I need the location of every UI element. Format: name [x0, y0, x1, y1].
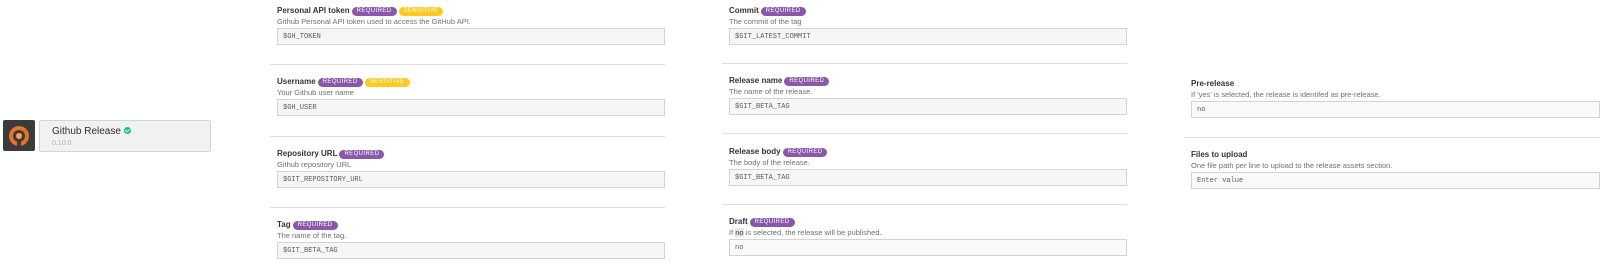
username-input[interactable]: $GH_USER [277, 99, 665, 116]
field-description: The commit of the tag [729, 17, 802, 26]
field-draft: Draft REQUIRED If no is selected, the rel… [729, 216, 1127, 256]
divider [270, 64, 665, 65]
field-label: Release name REQUIRED [729, 75, 830, 86]
field-description: Github repository URL [277, 160, 352, 169]
field-description: The name of the tag. [277, 231, 347, 240]
pre-release-select[interactable]: no [1191, 101, 1600, 118]
sensitive-badge: SENSITIVE [364, 78, 410, 87]
required-badge: REQUIRED [749, 218, 795, 227]
field-description: Github Personal API token used to access… [277, 17, 471, 26]
github-release-step-icon [3, 120, 35, 151]
release-body-input[interactable]: $GIT_BETA_TAG [729, 169, 1127, 186]
repository-url-input[interactable]: $GIT_REPOSITORY_URL [277, 171, 665, 188]
commit-input[interactable]: $GIT_LATEST_COMMIT [729, 28, 1127, 45]
field-label: Repository URL REQUIRED [277, 148, 385, 159]
field-label: Release body REQUIRED [729, 146, 828, 157]
step-version: 0.10.0 [52, 140, 72, 147]
step-title: Github Release [52, 126, 131, 137]
field-release-name: Release name REQUIRED The name of the rel… [729, 75, 1127, 115]
divider [270, 136, 665, 137]
field-description: One file path per line to upload to the … [1191, 161, 1393, 170]
field-repository-url: Repository URL REQUIRED Github repository… [277, 148, 665, 188]
field-label: Files to upload [1191, 150, 1248, 159]
highlighted-value: no [735, 228, 744, 237]
field-pre-release: Pre-release If 'yes' is selected, the re… [1191, 78, 1600, 118]
required-badge: REQUIRED [292, 221, 338, 230]
field-description: If no is selected, the release will be p… [729, 228, 882, 237]
field-description: The name of the release. [729, 87, 813, 96]
required-badge: REQUIRED [782, 148, 828, 157]
field-description: Your Github user name [277, 88, 354, 97]
field-label: Username REQUIRED SENSITIVE [277, 76, 410, 87]
sensitive-badge: SENSITIVE [398, 7, 444, 16]
required-badge: REQUIRED [784, 77, 830, 86]
personal-api-token-input[interactable]: $GH_TOKEN [277, 28, 665, 45]
divider [722, 204, 1127, 205]
step-title-text: Github Release [52, 126, 121, 137]
field-label: Pre-release [1191, 79, 1235, 88]
field-label: Personal API token REQUIRED SENSITIVE [277, 5, 444, 16]
tag-input[interactable]: $GIT_BETA_TAG [277, 242, 665, 259]
field-label: Commit REQUIRED [729, 5, 806, 16]
divider [722, 133, 1127, 134]
divider [270, 207, 665, 208]
field-personal-api-token: Personal API token REQUIRED SENSITIVE Gith… [277, 5, 665, 45]
field-tag: Tag REQUIRED The name of the tag. $GIT_BE… [277, 219, 665, 259]
field-label: Tag REQUIRED [277, 219, 338, 230]
draft-select[interactable]: no [729, 239, 1127, 256]
verified-check-icon [123, 127, 131, 134]
field-label: Draft REQUIRED [729, 216, 795, 227]
field-description: If 'yes' is selected, the release is ide… [1191, 90, 1381, 99]
release-name-input[interactable]: $GIT_BETA_TAG [729, 98, 1127, 115]
field-release-body: Release body REQUIRED The body of the rel… [729, 146, 1127, 186]
required-badge: REQUIRED [317, 78, 363, 87]
required-badge: REQUIRED [339, 150, 385, 159]
field-username: Username REQUIRED SENSITIVE Your Github us… [277, 76, 665, 116]
field-files-to-upload: Files to upload One file path per line t… [1191, 149, 1600, 189]
step-box[interactable]: Github Release 0.10.0 [39, 120, 211, 152]
files-to-upload-input[interactable]: Enter value [1191, 172, 1600, 189]
divider [722, 63, 1127, 64]
required-badge: REQUIRED [351, 7, 397, 16]
required-badge: REQUIRED [760, 7, 806, 16]
field-commit: Commit REQUIRED The commit of the tag $GI… [729, 5, 1127, 45]
divider [1184, 137, 1600, 138]
field-description: The body of the release. [729, 158, 810, 167]
